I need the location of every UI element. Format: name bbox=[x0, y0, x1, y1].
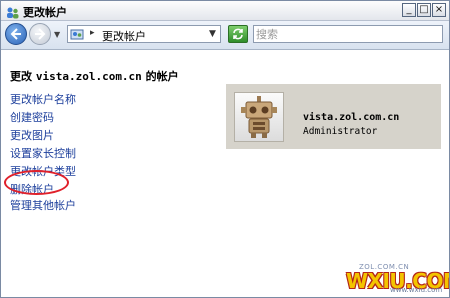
close-button[interactable]: × bbox=[432, 3, 446, 17]
parental-controls-link[interactable]: 设置家长控制 bbox=[10, 145, 76, 163]
breadcrumb-current[interactable]: 更改帐户 bbox=[102, 28, 146, 44]
refresh-button[interactable] bbox=[228, 25, 248, 43]
change-account-name-link[interactable]: 更改帐户名称 bbox=[10, 91, 76, 109]
highlight-circle bbox=[4, 170, 69, 195]
refresh-icon bbox=[233, 28, 243, 40]
arrow-left-icon bbox=[10, 28, 21, 40]
forward-button[interactable] bbox=[29, 23, 51, 45]
page-title: 更改 vista.zol.com.cn 的帐户 bbox=[10, 68, 179, 84]
title-bar: 更改帐户 _ □ × bbox=[1, 1, 449, 21]
robot-avatar-icon bbox=[241, 96, 277, 138]
back-button[interactable] bbox=[5, 23, 27, 45]
account-role: Administrator bbox=[303, 126, 378, 137]
account-panel: vista.zol.com.cn Administrator bbox=[226, 84, 441, 149]
control-panel-window: 更改帐户 _ □ × ▼ ▸ 更改帐户 ▼ 搜索 更改 vista.zol.co… bbox=[0, 0, 450, 298]
breadcrumb-separator-icon[interactable]: ▸ bbox=[90, 28, 95, 38]
create-password-link[interactable]: 创建密码 bbox=[10, 109, 76, 127]
minimize-button[interactable]: _ bbox=[402, 3, 416, 17]
page-title-account: vista.zol.com.cn bbox=[35, 70, 142, 83]
address-box[interactable]: ▸ 更改帐户 ▼ bbox=[67, 25, 221, 43]
address-history-chevron-down-icon[interactable]: ▼ bbox=[209, 29, 216, 39]
search-box[interactable] bbox=[253, 25, 443, 43]
page-title-suffix: 的帐户 bbox=[145, 70, 179, 83]
account-name: vista.zol.com.cn bbox=[303, 112, 400, 123]
user-accounts-icon bbox=[6, 4, 19, 19]
recent-pages-chevron-down-icon[interactable]: ▼ bbox=[54, 30, 60, 39]
maximize-button[interactable]: □ bbox=[417, 3, 431, 17]
window-title: 更改帐户 bbox=[23, 6, 67, 19]
manage-other-accounts-link[interactable]: 管理其他帐户 bbox=[10, 197, 76, 215]
control-panel-icon bbox=[70, 27, 84, 41]
arrow-right-icon bbox=[35, 28, 46, 40]
search-input[interactable] bbox=[256, 27, 436, 41]
address-toolbar: ▼ ▸ 更改帐户 ▼ bbox=[1, 21, 449, 50]
page-title-prefix: 更改 bbox=[10, 70, 32, 83]
avatar[interactable] bbox=[234, 92, 284, 142]
change-picture-link[interactable]: 更改图片 bbox=[10, 127, 76, 145]
watermark-url: www.wxiu.com bbox=[390, 286, 443, 294]
